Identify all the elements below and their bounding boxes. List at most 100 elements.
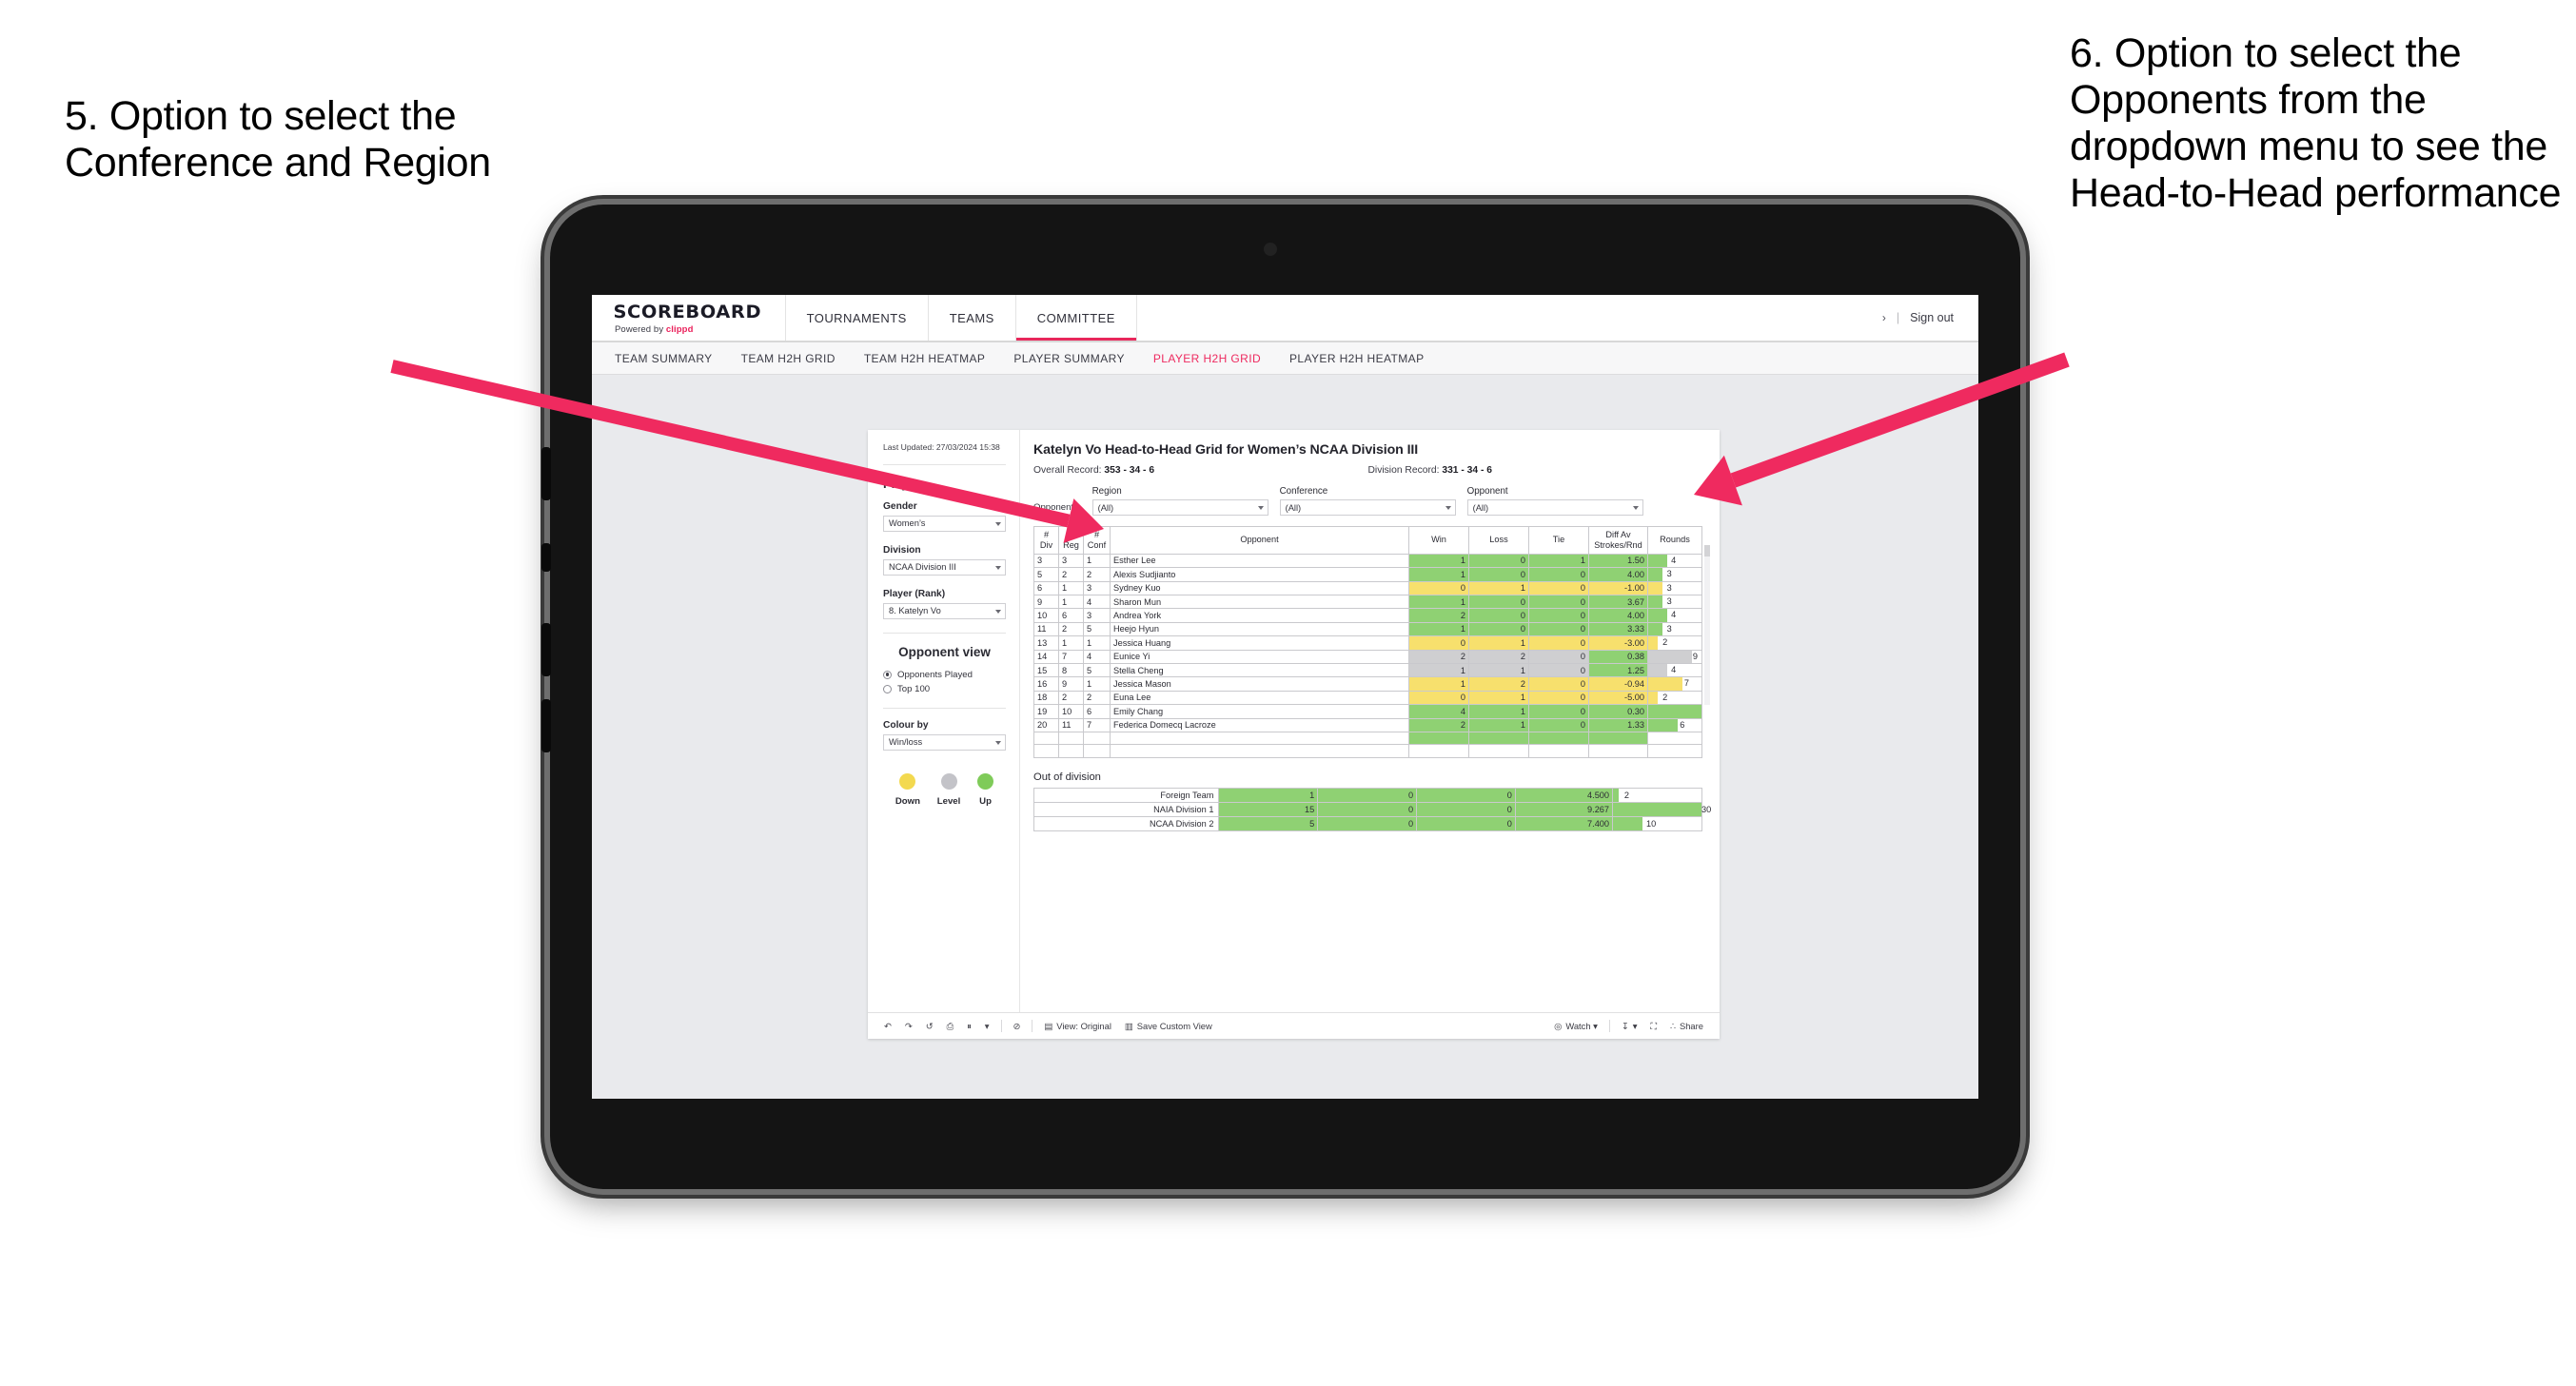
table-row[interactable]: 11 2 5 Heejo Hyun 1 0 0 3.33 3 <box>1033 621 1702 637</box>
cell-opponent: Andrea York <box>1110 608 1409 623</box>
table-row[interactable]: 19106Emily Chang4100.3011 <box>1033 704 1702 719</box>
toolbar-label: ▾ <box>1632 1020 1638 1031</box>
table-row[interactable]: 15 8 5 Stella Cheng 1 1 0 1.25 4 <box>1033 662 1702 678</box>
table-row[interactable]: 10 6 3 Andrea York 2 0 0 4.00 4 <box>1033 608 1702 623</box>
toolbar-undo-button[interactable]: ↶ <box>877 1021 898 1030</box>
grid-col-header[interactable]: Diff Av Strokes/Rnd <box>1588 526 1648 555</box>
cell-loss: 1 <box>1468 662 1529 678</box>
region-select[interactable]: (All) <box>1091 499 1268 516</box>
out-of-division-row[interactable]: Foreign Team 1 0 0 4.500 2 <box>1032 787 1702 803</box>
table-row[interactable]: 9 1 4 Sharon Mun 1 0 0 3.67 3 <box>1033 594 1702 610</box>
scrollbar-thumb[interactable] <box>1704 545 1710 556</box>
page-title: Katelyn Vo Head-to-Head Grid for Women’s… <box>1033 442 1419 458</box>
cell-empty <box>1647 744 1702 758</box>
table-row[interactable]: 5 2 2 Alexis Sudjianto 1 0 0 4.00 3 <box>1033 567 1702 582</box>
cell-tie: 0 <box>1528 704 1589 719</box>
toolbar-pause-button[interactable]: ⏸ <box>960 1021 978 1030</box>
grid-col-header[interactable]: Rounds <box>1647 526 1702 555</box>
chevron-down-icon <box>995 740 1001 745</box>
cell-win: 1 <box>1408 594 1469 610</box>
nav-tournaments[interactable]: TOURNAMENTS <box>786 295 929 341</box>
table-row[interactable]: 20 11 7 Federica Domecq Lacroze 2 1 0 1.33 6 <box>1033 717 1702 733</box>
toolbar-watch-button[interactable]: ◎ Watch ▾ <box>1547 1021 1604 1032</box>
player-rank-select[interactable]: 8. Katelyn Vo <box>883 602 1006 619</box>
table-row[interactable]: 6 1 3 Sydney Kuo 0 1 0 -1.00 3 <box>1033 580 1702 595</box>
cell-diff: -3.00 <box>1588 635 1648 651</box>
subnav-player-h2h-heatmap[interactable]: PLAYER H2H HEATMAP <box>1289 352 1424 365</box>
grid-col-header[interactable]: # Div <box>1033 526 1059 555</box>
cell-win: 5 <box>1218 815 1319 831</box>
table-row[interactable]: 3 3 1 Esther Lee 1 0 1 1.50 4 <box>1033 553 1702 569</box>
toolbar-download-button[interactable]: ↧ ▾ <box>1615 1021 1644 1032</box>
colour-by-value: Win/loss <box>889 737 923 748</box>
region-value: (All) <box>1097 502 1114 513</box>
subnav-team-summary[interactable]: TEAM SUMMARY <box>615 352 713 365</box>
cell-diff: 4.00 <box>1588 567 1648 582</box>
table-row[interactable]: 13 1 1 Jessica Huang 0 1 0 -3.00 2 <box>1033 635 1702 651</box>
rounds-bar <box>1648 692 1659 704</box>
rounds-value: 3 <box>1666 582 1672 593</box>
player-rank-value: 8. Katelyn Vo <box>889 606 941 616</box>
radio-opponents-played[interactable]: Opponents Played <box>883 670 1006 680</box>
toolbar-share-button[interactable]: ∴ Share <box>1663 1021 1710 1031</box>
out-of-division-row[interactable]: NAIA Division 1 15 0 0 9.267 30 <box>1032 801 1711 817</box>
legend-item-up: Up <box>977 772 994 807</box>
nav-teams[interactable]: TEAMS <box>929 295 1016 341</box>
rounds-bar <box>1648 623 1663 635</box>
cell-reg: 11 <box>1058 717 1084 733</box>
subnav-player-h2h-grid[interactable]: PLAYER H2H GRID <box>1153 352 1261 365</box>
grid-col-header[interactable]: # Conf <box>1083 526 1111 555</box>
cell-opponent: Federica Domecq Lacroze <box>1110 717 1409 733</box>
grid-header-row: # Div # Reg # Conf Opponent Win Loss Tie Diff Av St… <box>1033 526 1702 555</box>
chevron-down-icon <box>995 565 1001 570</box>
table-row[interactable]: 14 7 4 Eunice Yi 2 2 0 0.38 9 <box>1033 649 1702 664</box>
toolbar-fullscreen-button[interactable]: ⛶ <box>1643 1020 1663 1031</box>
chevron-right-icon[interactable]: › <box>1882 311 1886 324</box>
cell-rounds: 10 <box>1612 815 1702 831</box>
cell-loss: 0 <box>1468 553 1529 569</box>
tablet-button-bottom <box>541 699 551 752</box>
toolbar-view-button[interactable]: ▤ View: Original <box>1037 1021 1118 1031</box>
grid-col-header[interactable]: Win <box>1408 526 1469 555</box>
table-row[interactable]: 16 9 1 Jessica Mason 1 2 0 -0.94 7 <box>1033 676 1702 692</box>
colour-by-select[interactable]: Win/loss <box>883 733 1006 751</box>
opponent-select[interactable]: (All) <box>1466 499 1643 516</box>
sign-out-link[interactable]: Sign out <box>1910 311 1954 324</box>
cell-rounds: 4 <box>1647 662 1702 678</box>
radio-top-100[interactable]: Top 100 <box>883 684 1006 694</box>
download-icon: ↧ <box>1621 1020 1629 1031</box>
subnav-team-h2h-grid[interactable]: TEAM H2H GRID <box>741 352 836 365</box>
out-of-division-body: Foreign Team 1 0 0 4.500 2 NAIA Division 1 15 0 0… <box>1032 787 1711 831</box>
toolbar-alerts-button[interactable]: ⊘ <box>1007 1021 1028 1030</box>
legend-caption: Up <box>979 795 992 807</box>
cell-loss: 2 <box>1468 676 1529 692</box>
cell-conf: 5 <box>1083 621 1111 637</box>
cell-win: 4 <box>1408 704 1469 719</box>
account-area: › | Sign out <box>1882 295 1978 341</box>
subnav-team-h2h-heatmap[interactable]: TEAM H2H HEATMAP <box>864 352 986 365</box>
cell-rounds: 3 <box>1647 567 1702 582</box>
table-row[interactable]: 18 2 2 Euna Lee 0 1 0 -5.00 2 <box>1033 690 1702 706</box>
grid-col-header[interactable]: # Reg <box>1058 526 1084 555</box>
nav-committee[interactable]: COMMITTEE <box>1016 295 1137 341</box>
radio-label: Top 100 <box>897 683 931 694</box>
fullscreen-icon: ⛶ <box>1650 1020 1657 1031</box>
conference-select[interactable]: (All) <box>1279 499 1456 516</box>
toolbar-refresh-button[interactable]: ⎙ <box>940 1021 961 1030</box>
cell-tie: 1 <box>1528 553 1589 569</box>
subnav-player-summary[interactable]: PLAYER SUMMARY <box>1013 352 1125 365</box>
toolbar-redo-button[interactable]: ↷ <box>898 1021 919 1030</box>
gender-select[interactable]: Women’s <box>883 515 1006 532</box>
toolbar-dropdown-button[interactable]: ▾ <box>978 1021 996 1030</box>
brand-logo[interactable]: SCOREBOARD Powered by clippd <box>592 295 786 341</box>
toolbar-revert-button[interactable]: ↺ <box>919 1021 940 1030</box>
grid-col-header[interactable]: Tie <box>1528 526 1589 555</box>
cell-loss: 0 <box>1468 567 1529 582</box>
vertical-scrollbar[interactable] <box>1704 545 1710 705</box>
division-select[interactable]: NCAA Division III <box>883 558 1006 576</box>
grid-col-header[interactable]: Opponent <box>1110 526 1409 555</box>
toolbar-save-view-button[interactable]: ▥ Save Custom View <box>1118 1021 1219 1031</box>
out-of-division-row[interactable]: NCAA Division 2 5 0 0 7.400 10 <box>1032 815 1702 831</box>
grid-col-header[interactable]: Loss <box>1468 526 1529 555</box>
cell-empty <box>1588 744 1648 758</box>
